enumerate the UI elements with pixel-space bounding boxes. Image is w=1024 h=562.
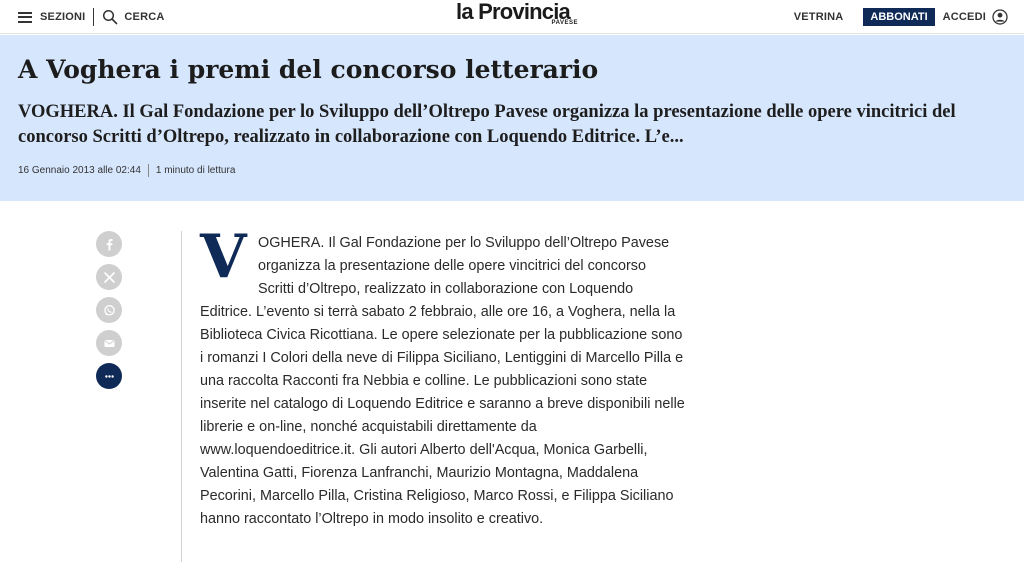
user-account-icon — [992, 9, 1008, 25]
comments-icon — [104, 374, 114, 378]
share-email-button[interactable] — [96, 330, 122, 356]
article-body: V OGHERA. Il Gal Fondazione per lo Svilu… — [200, 222, 685, 531]
share-whatsapp-button[interactable] — [96, 297, 122, 323]
header-divider — [93, 8, 95, 26]
subscribe-button[interactable]: ABBONATI — [863, 8, 935, 26]
login-label: ACCEDI — [942, 11, 986, 23]
sections-label: SEZIONI — [40, 11, 86, 23]
site-logo[interactable]: la Provincia PAVESE — [446, 0, 582, 34]
article-divider-line — [181, 231, 182, 562]
article-title: A Voghera i premi del concorso letterari… — [18, 55, 599, 84]
x-icon — [103, 271, 115, 283]
article-date: 16 Gennaio 2013 alle 02:44 — [18, 165, 141, 176]
search-label: CERCA — [124, 11, 165, 23]
drop-cap: V — [200, 222, 247, 292]
hamburger-menu-icon — [18, 11, 32, 23]
search-button[interactable]: CERCA — [102, 9, 164, 25]
article-hero: A Voghera i premi del concorso letterari… — [0, 35, 1024, 201]
header-left: SEZIONI CERCA — [18, 0, 165, 34]
article-summary: VOGHERA. Il Gal Fondazione per lo Svilup… — [18, 102, 956, 147]
article-meta: 16 Gennaio 2013 alle 02:44 1 minuto di l… — [18, 164, 235, 177]
search-icon — [103, 9, 118, 25]
site-header: SEZIONI CERCA la Provincia PAVESE VETRIN… — [0, 0, 1024, 34]
comments-button[interactable] — [96, 363, 122, 389]
reading-time: 1 minuto di lettura — [155, 165, 236, 176]
logo-sub-text: PAVESE — [551, 20, 578, 26]
vetrina-link[interactable]: VETRINA — [794, 11, 844, 23]
share-facebook-button[interactable] — [96, 231, 122, 257]
article-text: OGHERA. Il Gal Fondazione per lo Svilupp… — [200, 235, 685, 527]
header-right: VETRINA ABBONATI ACCEDI — [794, 0, 1008, 34]
meta-divider — [147, 164, 149, 177]
sections-button[interactable]: SEZIONI — [18, 11, 85, 23]
share-x-button[interactable] — [96, 264, 122, 290]
facebook-icon — [106, 238, 112, 250]
whatsapp-icon — [103, 304, 115, 316]
email-icon — [103, 339, 115, 347]
login-button[interactable]: ACCEDI — [943, 9, 1008, 25]
